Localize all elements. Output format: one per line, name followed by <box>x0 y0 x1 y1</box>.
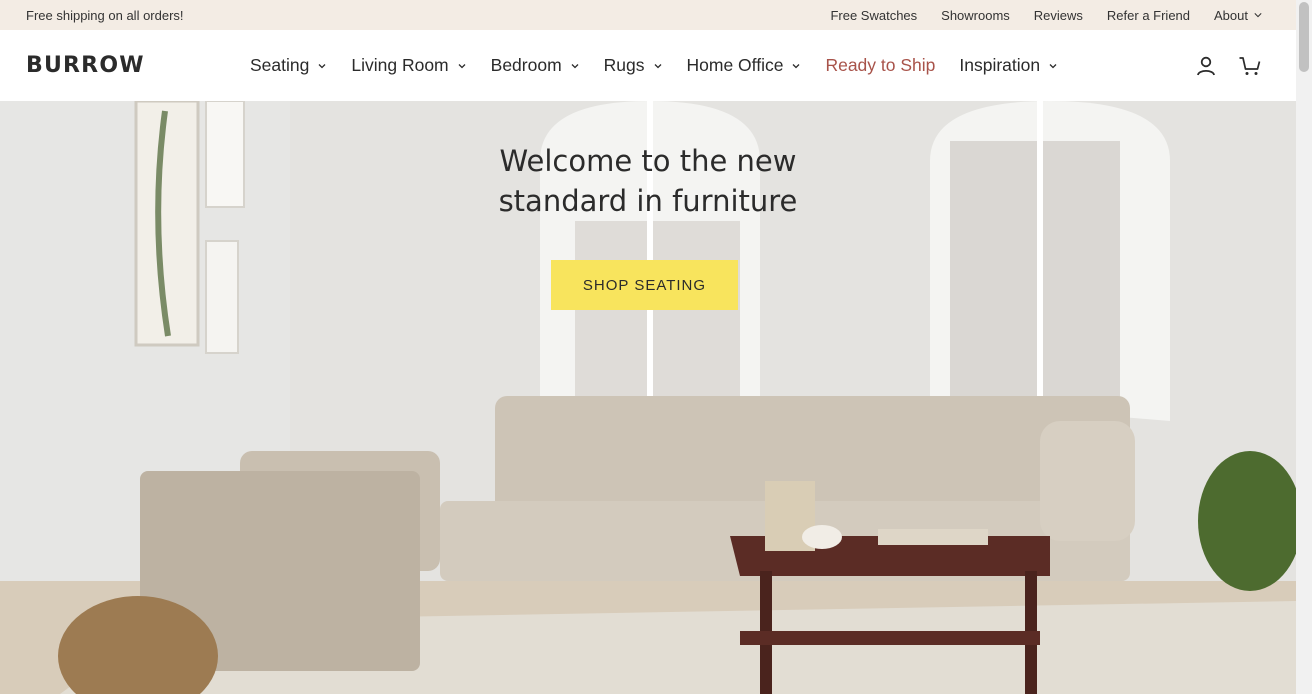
nav-item-inspiration[interactable]: Inspiration <box>959 55 1058 76</box>
nav-item-label: Living Room <box>351 55 449 75</box>
link-reviews[interactable]: Reviews <box>1034 8 1083 23</box>
nav-item-label: Inspiration <box>959 55 1041 75</box>
account-icon[interactable] <box>1194 54 1218 78</box>
burrow-logo[interactable]: BURROW <box>26 53 250 78</box>
link-refer-a-friend[interactable]: Refer a Friend <box>1107 8 1190 23</box>
nav-item-label: Ready to Ship <box>825 55 936 75</box>
chevron-down-icon <box>1049 63 1057 68</box>
scrollbar[interactable] <box>1296 0 1312 694</box>
nav-item-home-office[interactable]: Home Office <box>687 55 802 76</box>
chevron-down-icon <box>318 63 326 68</box>
announcement-text: Free shipping on all orders! <box>26 7 184 23</box>
cart-icon[interactable] <box>1238 54 1262 78</box>
link-about-label: About <box>1214 7 1248 23</box>
chevron-down-icon <box>654 63 661 68</box>
chevron-down-icon <box>1254 13 1262 18</box>
link-about[interactable]: About <box>1214 8 1262 23</box>
main-nav: Seating Living Room Bedroom Rugs Home Of… <box>250 55 1082 76</box>
scroll-thumb[interactable] <box>1299 2 1309 72</box>
link-showrooms[interactable]: Showrooms <box>941 8 1010 23</box>
shop-seating-button[interactable]: SHOP SEATING <box>551 260 738 310</box>
hero-content: Welcome to the new standard in furniture <box>0 141 1296 221</box>
chevron-down-icon <box>571 63 579 68</box>
nav-item-label: Home Office <box>686 55 784 75</box>
utility-links: Free Swatches Showrooms Reviews Refer a … <box>830 8 1262 23</box>
nav-item-label: Bedroom <box>490 55 562 75</box>
nav-item-seating[interactable]: Seating <box>250 55 327 76</box>
nav-item-rugs[interactable]: Rugs <box>604 55 663 76</box>
hero-banner: Welcome to the new standard in furniture… <box>0 101 1296 694</box>
link-free-swatches[interactable]: Free Swatches <box>830 8 917 23</box>
chevron-down-icon <box>792 63 800 68</box>
hero-title: Welcome to the new standard in furniture <box>498 144 798 218</box>
header-icons <box>1194 54 1262 78</box>
nav-item-label: Seating <box>250 55 310 75</box>
nav-item-label: Rugs <box>603 55 645 75</box>
nav-item-living-room[interactable]: Living Room <box>351 55 466 76</box>
chevron-down-icon <box>458 63 466 68</box>
nav-item-bedroom[interactable]: Bedroom <box>491 55 580 76</box>
nav-item-ready-to-ship[interactable]: Ready to Ship <box>825 55 935 76</box>
announcement-bar: Free shipping on all orders! Free Swatch… <box>0 0 1296 30</box>
site-header: BURROW Seating Living Room Bedroom Rugs … <box>0 30 1296 101</box>
